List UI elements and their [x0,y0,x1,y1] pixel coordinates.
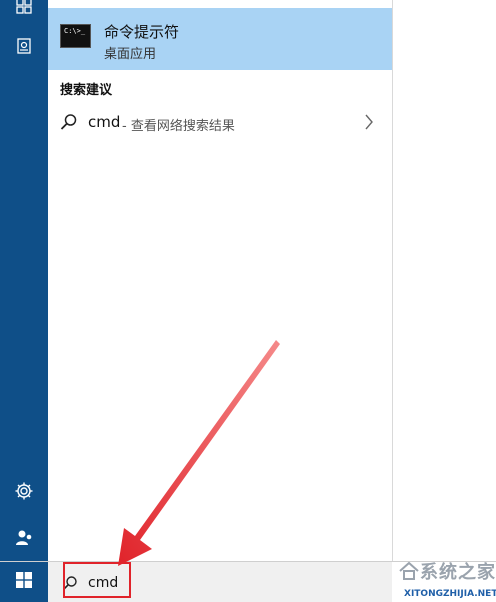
suggestion-description: - 查看网络搜索结果 [122,119,235,134]
documents-icon[interactable] [0,26,48,66]
chevron-right-icon[interactable] [364,114,374,134]
desktop-area [392,0,496,561]
watermark-subtext: XITONGZHIJIA.NET [404,589,496,599]
house-logo-icon [399,561,419,580]
start-menu-left-rail [0,0,48,561]
search-results-panel: C:\>_ 命令提示符 桌面应用 搜索建议 cmd - 查看网络搜索结果 [48,0,392,548]
suggestion-item[interactable]: cmd - 查看网络搜索结果 [48,104,392,140]
suggestion-query: cmd [88,113,121,131]
tiles-icon[interactable] [0,0,48,26]
watermark-text: 系统之家 [420,562,496,583]
annotation-highlight-box [63,562,131,598]
best-match-command-prompt[interactable]: C:\>_ 命令提示符 桌面应用 [48,8,392,70]
best-match-title: 命令提示符 [104,23,180,41]
command-prompt-icon: C:\>_ [60,24,91,48]
start-button[interactable] [0,562,48,602]
search-suggestions-header: 搜索建议 [60,83,113,98]
best-match-subtitle: 桌面应用 [104,47,157,62]
person-icon[interactable] [0,518,48,558]
windows-logo-icon [16,572,32,592]
settings-gear-icon[interactable] [0,471,48,511]
search-icon [60,113,78,135]
watermark-logo: 系统之家 XITONGZHIJIA.NET [398,558,496,601]
